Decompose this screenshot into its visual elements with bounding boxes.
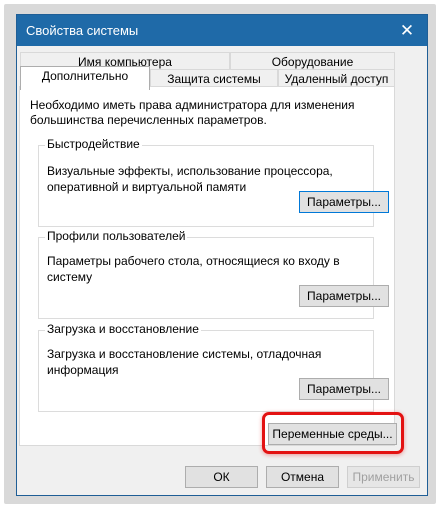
tab-label: Дополнительно bbox=[41, 69, 129, 83]
user-profiles-settings-button[interactable]: Параметры... bbox=[299, 285, 389, 307]
user-profiles-label: Профили пользователей bbox=[45, 229, 188, 243]
tab-advanced[interactable]: Дополнительно bbox=[20, 66, 150, 90]
startup-recovery-label: Загрузка и восстановление bbox=[45, 322, 201, 336]
tab-label: Защита системы bbox=[167, 72, 261, 86]
ok-button[interactable]: ОК bbox=[185, 466, 258, 488]
startup-recovery-group: Загрузка и восстановление Загрузка и вос… bbox=[38, 322, 389, 412]
advanced-tab-panel: Необходимо иметь права администратора дл… bbox=[19, 86, 395, 446]
performance-settings-button[interactable]: Параметры... bbox=[299, 191, 389, 213]
highlight-frame bbox=[262, 412, 404, 454]
startup-recovery-settings-button[interactable]: Параметры... bbox=[299, 378, 389, 400]
tab-label: Оборудование bbox=[271, 55, 354, 69]
tab-label: Удаленный доступ bbox=[284, 72, 389, 86]
apply-button[interactable]: Применить bbox=[347, 466, 420, 488]
user-profiles-group: Профили пользователей Параметры рабочего… bbox=[38, 229, 389, 319]
window-title: Свойства системы bbox=[26, 23, 139, 38]
titlebar[interactable]: Свойства системы ✕ bbox=[17, 15, 427, 46]
close-button[interactable]: ✕ bbox=[387, 15, 427, 46]
user-profiles-description: Параметры рабочего стола, относящиеся ко… bbox=[47, 254, 340, 284]
admin-note: Необходимо иметь права администратора дл… bbox=[30, 98, 355, 127]
close-icon: ✕ bbox=[399, 20, 415, 40]
startup-recovery-description: Загрузка и восстановление системы, отлад… bbox=[47, 347, 322, 377]
performance-label: Быстродействие bbox=[45, 137, 142, 151]
cancel-button[interactable]: Отмена bbox=[266, 466, 339, 488]
performance-group: Быстродействие Визуальные эффекты, испол… bbox=[38, 137, 389, 227]
